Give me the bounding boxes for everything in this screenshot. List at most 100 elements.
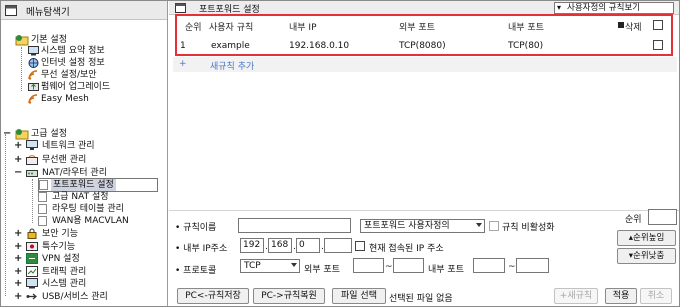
new-rule-label: 새규칙 — [567, 291, 593, 301]
tree-item-label: 보안 기능 — [42, 229, 78, 239]
tree-item-label: 네트워크 관리 — [42, 141, 95, 151]
ip-octet-3[interactable]: 0 — [296, 238, 320, 253]
tree-item-system[interactable]: + 시스템 관리 — [14, 278, 154, 290]
expand-icon[interactable]: + — [14, 229, 22, 239]
add-rule-row[interactable]: + 새규칙 추가 — [173, 57, 677, 72]
rank-down-button[interactable]: ▾순위낮춤 — [617, 248, 676, 264]
rule-view-value: 사용자정의 규칙보기 — [567, 3, 641, 13]
tree-item-advanced-nat[interactable]: 고급 NAT 설정 — [38, 191, 158, 203]
tree-item-label: 라우팅 테이블 관리 — [52, 204, 124, 214]
tree-item-traffic[interactable]: + 트래픽 관리 — [14, 266, 154, 278]
ip-octet-4[interactable] — [324, 238, 352, 253]
int-port-start[interactable] — [473, 258, 505, 273]
apply-button[interactable]: 적용 — [605, 288, 637, 304]
tree-item-label: 무선 설정/보안 — [41, 70, 97, 80]
chevron-down-icon — [291, 263, 297, 267]
tree-item-label: Easy Mesh — [41, 94, 89, 104]
menu-tree: 기본 설정 시스템 요약 정보 인터넷 설정 정보 무선 설정/보안 펌웨어 업… — [1, 1, 167, 306]
tree-item-label: 시스템 요약 정보 — [41, 46, 105, 56]
rule-type-value: 포트포워드 사용자정의 — [364, 221, 450, 231]
tree-item-wireless[interactable]: + 무선랜 관리 — [14, 154, 154, 166]
menu-explorer: 메뉴탐색기 기본 설정 시스템 요약 정보 인터넷 설정 정보 무선 설정/보안… — [1, 1, 168, 306]
tree-item-routing-table[interactable]: 라우팅 테이블 관리 — [38, 203, 158, 215]
tree-item-label: 고급 NAT 설정 — [52, 192, 109, 202]
tree-item-port-forward[interactable]: 포트포워드 설정 — [38, 178, 158, 192]
ip-label-text: 내부 IP주소 — [183, 244, 228, 254]
tree-item-security[interactable]: + 보안 기능 — [14, 228, 154, 240]
tree-item-label: 시스템 관리 — [42, 279, 87, 289]
ext-port-start[interactable] — [353, 258, 384, 273]
tree-item-label: 무선랜 관리 — [42, 155, 87, 165]
expand-icon[interactable]: + — [14, 254, 22, 264]
rule-name-input[interactable] — [238, 218, 351, 233]
tree-item-label: WAN용 MACVLAN — [52, 216, 129, 226]
ip-label: • 내부 IP주소 — [175, 244, 228, 254]
pc-restore-button[interactable]: PC->규칙복원 — [253, 288, 325, 304]
tree-advanced-settings[interactable]: − 고급 설정 — [3, 128, 143, 140]
int-port-label: 내부 포트 — [428, 265, 464, 275]
tilde: ~ — [508, 262, 516, 272]
cancel-button[interactable]: 취소 — [640, 288, 672, 304]
expand-icon[interactable]: + — [14, 242, 22, 252]
new-rule-button[interactable]: +새규칙 — [554, 288, 598, 304]
collapse-icon[interactable]: − — [3, 129, 11, 139]
ext-port-end[interactable] — [393, 258, 424, 273]
tree-item-label: 특수기능 — [42, 242, 76, 252]
expand-icon[interactable]: + — [14, 267, 22, 277]
chevron-down-icon — [476, 223, 482, 227]
tree-item-wireless-security[interactable]: 무선 설정/보안 — [28, 69, 158, 81]
expand-icon[interactable]: + — [14, 141, 22, 151]
disable-rule-checkbox[interactable] — [489, 221, 499, 231]
tree-item-label: 트래픽 관리 — [42, 267, 87, 277]
collapse-icon[interactable]: − — [14, 168, 22, 178]
tree-item-vpn[interactable]: + VPN 설정 — [14, 253, 154, 265]
main-panel: 포트포워드 설정 ▾ 사용자정의 규칙보기 순위 사용자 규칙 내부 IP 외부… — [169, 1, 679, 306]
rank-up-button[interactable]: ▴순위높임 — [617, 230, 676, 246]
tree-item-system-summary[interactable]: 시스템 요약 정보 — [28, 45, 158, 57]
tilde: ~ — [385, 262, 393, 272]
protocol-select[interactable]: TCP — [240, 259, 300, 273]
current-ip-label: 현재 접속된 IP 주소 — [369, 244, 444, 254]
rank-input[interactable] — [648, 209, 677, 225]
network-icon — [26, 140, 38, 155]
tree-item-label: 포트포워드 설정 — [51, 179, 116, 191]
protocol-label-text: 프로토콜 — [183, 266, 217, 276]
protocol-value: TCP — [244, 261, 261, 271]
main-header: 포트포워드 설정 ▾ 사용자정의 규칙보기 — [169, 1, 679, 15]
tree-item-label: USB/서비스 관리 — [42, 292, 108, 302]
expand-icon[interactable]: + — [14, 292, 22, 302]
mesh-icon — [28, 94, 39, 108]
folder-settings-icon — [15, 34, 29, 50]
rank-label: 순위 — [625, 215, 642, 225]
tree-item-network[interactable]: + 네트워크 관리 — [14, 140, 154, 152]
file-select-button[interactable]: 파일 선택 — [332, 288, 386, 304]
tree-item-label: VPN 설정 — [42, 254, 80, 264]
tree-item-wan-macvlan[interactable]: WAN용 MACVLAN — [38, 215, 158, 227]
ext-port-label: 외부 포트 — [304, 265, 340, 275]
chevron-down-icon: ▾ — [557, 3, 562, 12]
tree-item-special[interactable]: + 특수기능 — [14, 241, 154, 253]
current-ip-checkbox[interactable] — [355, 241, 365, 251]
divider — [169, 210, 679, 211]
usb-icon — [26, 291, 38, 306]
tree-item-usb-service[interactable]: + USB/서비스 관리 — [14, 291, 154, 303]
protocol-label: • 프로토콜 — [175, 266, 217, 276]
tree-item-easy-mesh[interactable]: Easy Mesh — [28, 93, 158, 105]
expand-icon[interactable]: + — [14, 279, 22, 289]
int-port-end[interactable] — [516, 258, 549, 273]
tree-item-firmware-upgrade[interactable]: 펌웨어 업그레이드 — [28, 81, 158, 93]
pc-save-button[interactable]: PC<-규칙저장 — [177, 288, 249, 304]
tree-advanced-settings-label: 고급 설정 — [31, 129, 67, 139]
ip-octet-2[interactable]: 168 — [268, 238, 292, 253]
no-file-label: 선택된 파일 없음 — [389, 294, 453, 304]
tree-item-label: 펌웨어 업그레이드 — [41, 82, 111, 92]
rule-view-select[interactable]: ▾ 사용자정의 규칙보기 — [554, 2, 674, 14]
expand-icon[interactable]: + — [14, 155, 22, 165]
highlight-box — [175, 14, 673, 56]
ip-octet-1[interactable]: 192 — [240, 238, 264, 253]
rank-up-label: 순위높임 — [633, 233, 665, 243]
tree-item-internet-info[interactable]: 인터넷 설정 정보 — [28, 57, 158, 69]
rule-type-select[interactable]: 포트포워드 사용자정의 — [360, 219, 485, 233]
add-rule-link[interactable]: 새규칙 추가 — [210, 59, 254, 72]
disable-rule-label: 규칙 비활성화 — [502, 223, 555, 233]
